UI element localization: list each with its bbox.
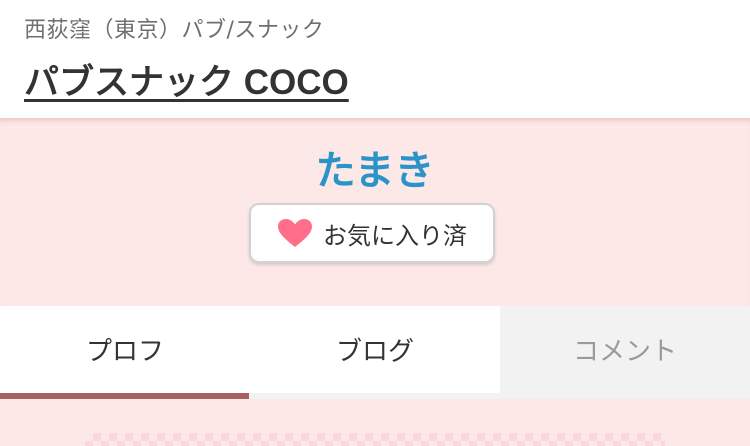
shop-name-link[interactable]: パブスナック COCO	[24, 54, 349, 105]
profile-content	[0, 399, 750, 446]
tab-comment[interactable]: コメント	[500, 306, 750, 393]
heart-icon	[278, 219, 312, 247]
tab-profile[interactable]: プロフ	[0, 306, 250, 393]
favorite-button[interactable]: お気に入り済	[249, 203, 495, 263]
tab-bar: プロフ ブログ コメント	[0, 306, 750, 399]
profile-header: たまき お気に入り済	[0, 118, 750, 308]
shop-header: 西荻窪（東京）パブ/スナック パブスナック COCO	[0, 0, 750, 118]
cast-name: たまき	[315, 148, 435, 194]
favorite-button-label: お気に入り済	[323, 221, 467, 250]
breadcrumb[interactable]: 西荻窪（東京）パブ/スナック	[24, 12, 324, 44]
tab-blog[interactable]: ブログ	[250, 306, 500, 393]
decorative-pattern	[85, 433, 665, 446]
